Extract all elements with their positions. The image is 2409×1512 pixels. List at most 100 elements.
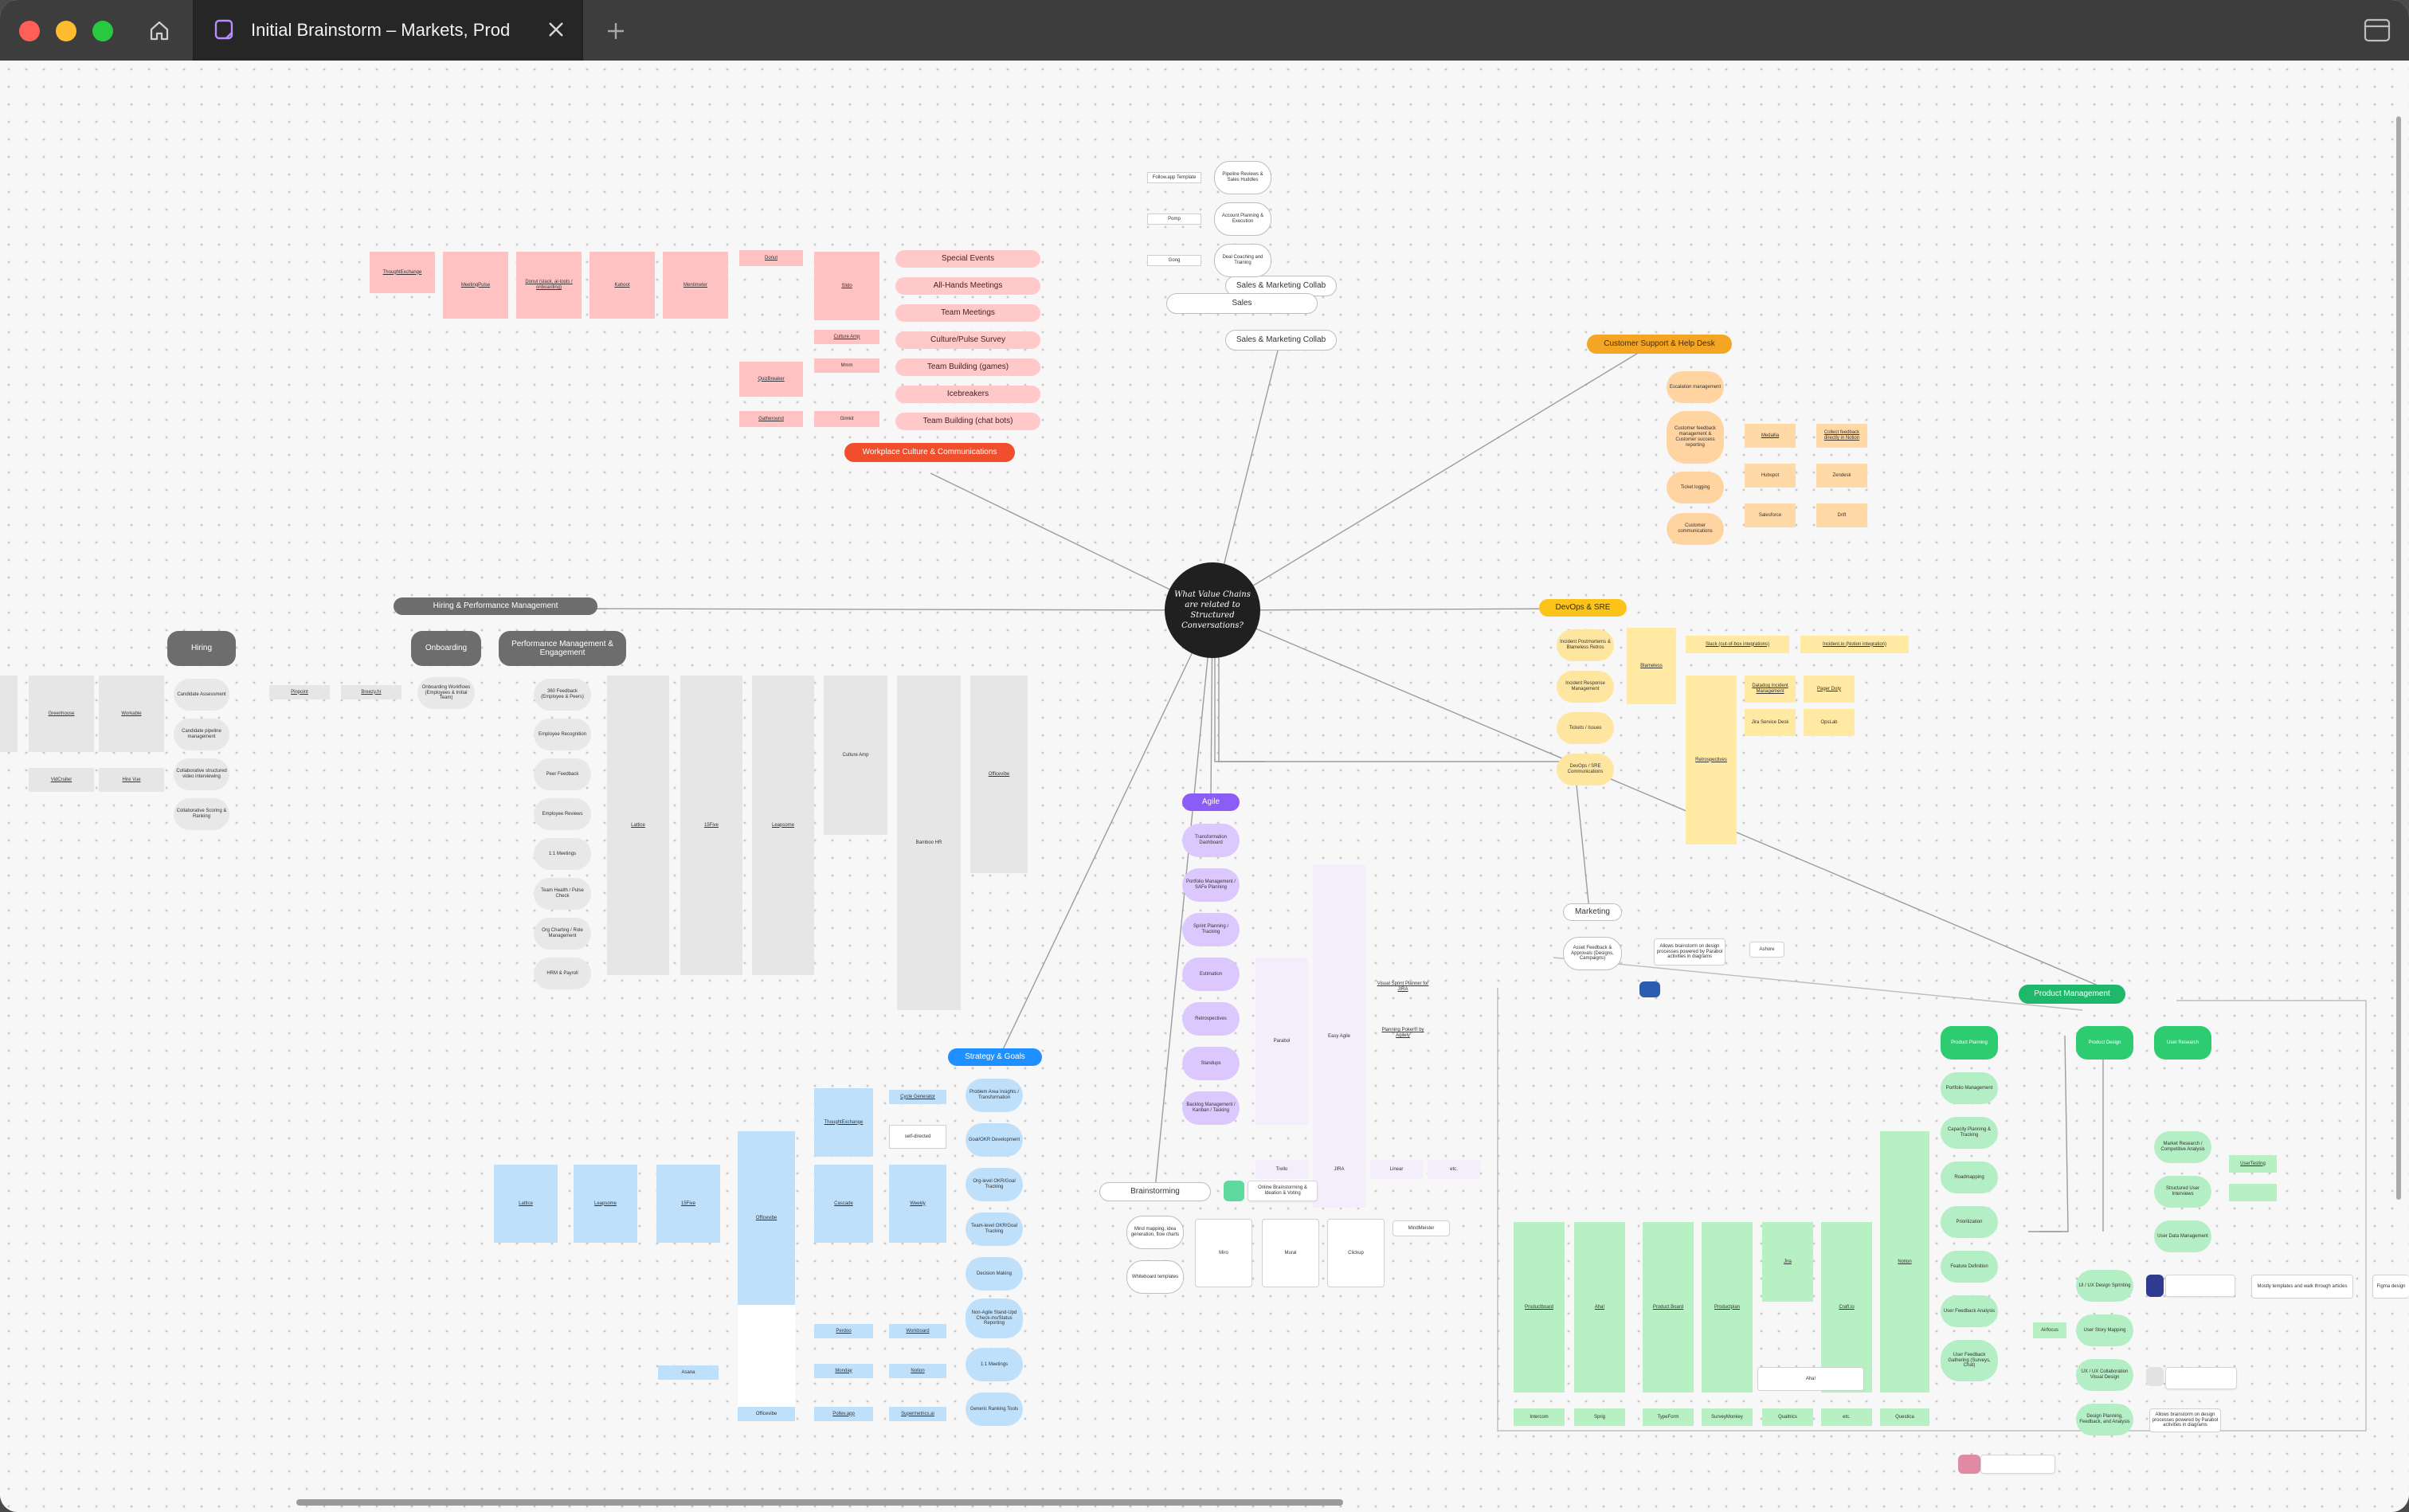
planning-topic-5[interactable]: User Feedback Analysis — [1941, 1295, 1998, 1327]
planning-topic-2[interactable]: Roadmapping — [1941, 1161, 1998, 1193]
central-question-node[interactable]: What Value Chains are related to Structu… — [1165, 562, 1260, 658]
product-section-0[interactable]: Product Planning — [1941, 1026, 1998, 1060]
hiring-tool-1[interactable]: Workable — [99, 676, 164, 752]
culture-header[interactable]: Workplace Culture & Communications — [844, 443, 1015, 462]
product-tool-3[interactable]: Productplan — [1702, 1222, 1753, 1393]
agile-tool-1[interactable]: Easy Agile — [1313, 865, 1365, 1208]
agile-tool-6[interactable]: Linear — [1370, 1160, 1423, 1179]
support-tool-1[interactable]: Collect feedback directly in Notion — [1816, 424, 1867, 448]
product-tool-8[interactable]: Intercom — [1514, 1408, 1565, 1426]
devops-header[interactable]: DevOps & SRE — [1539, 599, 1627, 617]
research-topic-2[interactable]: User Data Management — [2154, 1220, 2211, 1252]
vertical-scrollbar[interactable] — [2396, 116, 2401, 1200]
strategy-topic-5[interactable]: Non-Agile Stand-Upd Check-ins/Status Rep… — [966, 1299, 1023, 1338]
culture-tool-2[interactable]: Donut (slack, ai-tools / onboarding) — [516, 252, 582, 319]
devops-tool-3[interactable]: Retrospectives — [1686, 676, 1737, 844]
hiring-topic-1[interactable]: Candidate pipeline management — [174, 719, 229, 750]
strategy-tool-11[interactable]: Monday — [814, 1364, 873, 1378]
devops-tool-6[interactable]: Jira Service Desk — [1745, 709, 1796, 736]
support-tool-3[interactable]: Zendesk — [1816, 464, 1867, 488]
design-topic-3[interactable]: Design Planning, Feedback, and Analysis — [2076, 1404, 2133, 1436]
perf-tool-1[interactable]: 15Five — [680, 676, 742, 975]
planning-topic-6[interactable]: User Feedback Gathering (Surveys, Chat) — [1941, 1340, 1998, 1381]
perf-topic-6[interactable]: Org Charting / Role Management — [534, 918, 591, 950]
culture-tool-0[interactable]: ThoughtExchange — [370, 252, 435, 293]
product-tool-15[interactable]: UserTesting — [2229, 1155, 2277, 1173]
marketing-tool[interactable]: Ashore — [1749, 942, 1784, 958]
culture-event-0[interactable]: Special Events — [895, 250, 1040, 268]
culture-small-1[interactable]: Slido — [814, 252, 879, 320]
strategy-topic-2[interactable]: Org-level OKR/Goal Tracking — [966, 1168, 1023, 1201]
brainstorm-tool-3[interactable]: MindMeister — [1393, 1220, 1450, 1236]
perf-topic-1[interactable]: Employee Recognition — [534, 719, 591, 750]
strategy-tool-5[interactable]: 15Five — [656, 1165, 720, 1243]
strategy-tool-1[interactable]: Cycle Generator — [889, 1090, 946, 1104]
support-header[interactable]: Customer Support & Help Desk — [1587, 335, 1732, 354]
hiring-tool-4[interactable]: Pinpoint — [269, 685, 330, 699]
sidebar-toggle-button[interactable] — [2361, 16, 2393, 45]
maximize-window-button[interactable] — [92, 21, 113, 41]
perf-topic-4[interactable]: 1:1 Meetings — [534, 838, 591, 870]
product-card-0[interactable]: Mostly templates and walk through articl… — [2251, 1275, 2353, 1299]
product-tool-16[interactable] — [2229, 1184, 2277, 1201]
strategy-tool-12[interactable]: Notion — [889, 1364, 946, 1378]
culture-event-3[interactable]: Culture/Pulse Survey — [895, 331, 1040, 349]
sales-marketing-collab-header[interactable]: Sales & Marketing Collab — [1225, 330, 1337, 351]
devops-topic-3[interactable]: DevOps / SRE Communications — [1557, 754, 1614, 785]
new-tab-button[interactable] — [601, 16, 631, 46]
product-tool-7[interactable]: Airfocus — [2033, 1322, 2066, 1338]
culture-event-4[interactable]: Team Building (games) — [895, 358, 1040, 376]
planning-topic-4[interactable]: Feature Definition — [1941, 1251, 1998, 1283]
product-card-question[interactable]: Aha! — [1757, 1367, 1864, 1391]
design-topic-0[interactable]: UI / UX Design Sprinting — [2076, 1270, 2133, 1302]
strategy-tool-9[interactable]: Perdoo — [814, 1324, 873, 1338]
strategy-tool-7[interactable]: Cascade — [814, 1165, 873, 1243]
agile-tool-7[interactable]: etc. — [1428, 1160, 1480, 1179]
brainstorm-topic-0[interactable]: Mind mapping, idea generation, flow char… — [1126, 1216, 1184, 1249]
support-topic-2[interactable]: Ticket logging — [1667, 472, 1724, 503]
perf-tool-4[interactable]: Bamboo HR — [897, 676, 961, 1010]
planning-topic-0[interactable]: Portfolio Management — [1941, 1072, 1998, 1104]
brainstorm-tool-2[interactable]: Clickup — [1327, 1219, 1385, 1287]
support-tool-4[interactable]: Salesforce — [1745, 503, 1796, 527]
sales-topic-2[interactable]: Deal Coaching and Training — [1214, 244, 1271, 277]
support-topic-3[interactable]: Customer communications — [1667, 513, 1724, 545]
tab-initial-brainstorm[interactable]: Initial Brainstorm – Markets, Prod — [193, 0, 583, 61]
research-topic-0[interactable]: Market Research / Competitive Analysis — [2154, 1131, 2211, 1163]
support-topic-1[interactable]: Customer feedback management & Customer … — [1667, 411, 1724, 464]
support-topic-0[interactable]: Escalation management — [1667, 371, 1724, 403]
onboarding-header[interactable]: Onboarding — [411, 631, 481, 666]
whiteboard-canvas[interactable]: What Value Chains are related to Structu… — [0, 61, 2409, 1512]
research-topic-1[interactable]: Structured User Interviews — [2154, 1176, 2211, 1208]
devops-tool-4[interactable]: Datadog Incident Management — [1745, 676, 1796, 703]
strategy-tool-3[interactable]: Lattice — [494, 1165, 558, 1243]
perf-topic-2[interactable]: Peer Feedback — [534, 758, 591, 790]
product-header[interactable]: Product Management — [2019, 985, 2125, 1004]
perf-tool-0[interactable]: Lattice — [607, 676, 669, 975]
brainstorm-tool-0[interactable]: Miro — [1195, 1219, 1252, 1287]
perf-topic-3[interactable]: Employee Reviews — [534, 798, 591, 830]
product-card-1[interactable]: Figma design — [2372, 1275, 2409, 1299]
strategy-topic-1[interactable]: Goal/OKR Development — [966, 1123, 1023, 1157]
product-tool-9[interactable]: Sprig — [1574, 1408, 1625, 1426]
sales-topic-0[interactable]: Pipeline Reviews & Sales Huddles — [1214, 161, 1271, 194]
devops-topic-1[interactable]: Incident Response Management — [1557, 671, 1614, 703]
perf-topic-0[interactable]: 360 Feedback (Employee & Peers) — [534, 679, 591, 711]
strategy-tool-16[interactable]: Pollev.app — [814, 1407, 873, 1421]
sales-tool-0[interactable]: Follow.app Template — [1147, 172, 1201, 183]
strategy-tool-8[interactable]: Weekly — [889, 1165, 946, 1243]
planning-topic-1[interactable]: Capacity Planning & Tracking — [1941, 1117, 1998, 1149]
design-topic-1[interactable]: User Story Mapping — [2076, 1314, 2133, 1346]
product-feedback-card[interactable] — [1980, 1455, 2055, 1474]
perf-tool-3[interactable]: Culture Amp — [824, 676, 887, 835]
product-tool-1[interactable]: Aha! — [1574, 1222, 1625, 1393]
product-design-card[interactable] — [2165, 1275, 2235, 1297]
perf-topic-5[interactable]: Team Health / Pulse Check — [534, 878, 591, 910]
sales-topic-1[interactable]: Account Planning & Execution — [1214, 202, 1271, 236]
brainstorm-header[interactable]: Brainstorming — [1099, 1182, 1211, 1201]
product-tool-6[interactable]: Notion — [1880, 1131, 1929, 1393]
marketing-topic-1[interactable]: Allows brainstorm on design processes po… — [1654, 938, 1725, 966]
brainstorm-topic-1[interactable]: Whiteboard templates — [1126, 1260, 1184, 1294]
hiring-tool-5[interactable]: Breezy.hr — [341, 685, 402, 699]
strategy-topic-7[interactable]: Generic Ranking Tools — [966, 1393, 1023, 1426]
